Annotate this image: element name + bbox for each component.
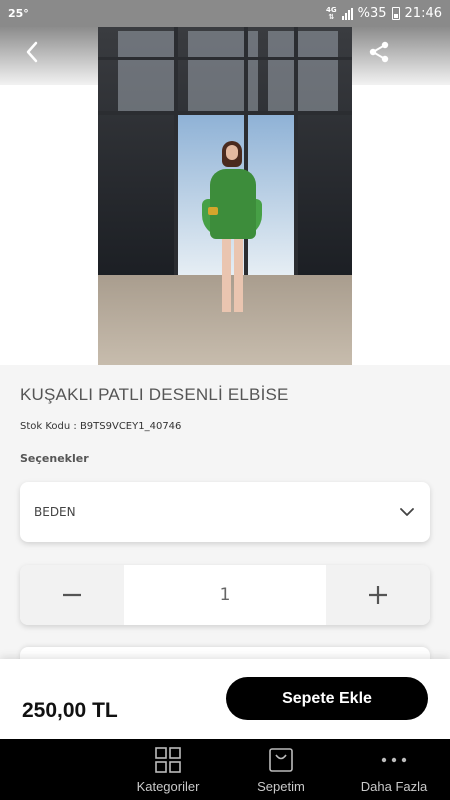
product-details: KUŞAKLI PATLI DESENLİ ELBİSE Stok Kodu :… <box>0 365 450 667</box>
nav-item-categories[interactable]: Kategoriler <box>133 739 203 800</box>
quantity-stepper: 1 <box>20 565 430 625</box>
nav-item-cart[interactable]: Sepetim <box>252 739 310 800</box>
options-label: Seçenekler <box>20 452 89 465</box>
share-button[interactable] <box>366 39 392 65</box>
temperature-text: 25° <box>8 7 29 20</box>
minus-icon <box>63 593 81 597</box>
nav-label-categories: Kategoriler <box>136 779 200 794</box>
increment-button[interactable] <box>326 565 430 625</box>
product-price: 250,00 TL <box>22 699 118 722</box>
price-footer: 250,00 TL Sepete Ekle <box>0 659 450 739</box>
chevron-left-icon <box>26 41 38 63</box>
data-arrows-icon: ⇅ <box>328 12 335 21</box>
product-title: KUŞAKLI PATLI DESENLİ ELBİSE <box>20 385 289 404</box>
decrement-button[interactable] <box>20 565 124 625</box>
battery-percent-text: %35 <box>357 6 387 21</box>
status-bar: 25° 4G ⇅ %35 21:46 <box>0 0 450 27</box>
clock-text: 21:46 <box>404 6 442 21</box>
more-dots-icon <box>381 757 407 763</box>
size-select-value: BEDEN <box>34 505 76 519</box>
network-indicator: 4G ⇅ <box>326 6 337 21</box>
share-icon <box>369 41 389 63</box>
product-photo[interactable] <box>98 27 352 365</box>
back-button[interactable] <box>20 39 46 65</box>
chevron-down-icon <box>400 508 414 516</box>
nav-label-more: Daha Fazla <box>360 779 428 794</box>
plus-icon <box>369 586 387 604</box>
product-image-area <box>0 27 450 365</box>
stock-code: Stok Kodu : B9TS9VCEY1_40746 <box>20 421 182 432</box>
shopping-bag-icon <box>269 748 293 772</box>
add-to-cart-button[interactable]: Sepete Ekle <box>226 677 428 720</box>
quantity-value[interactable]: 1 <box>124 565 326 625</box>
nav-label-cart: Sepetim <box>257 779 305 794</box>
status-icons: 4G ⇅ %35 21:46 <box>326 6 442 21</box>
nav-item-more[interactable]: Daha Fazla <box>358 739 430 800</box>
grid-icon <box>155 747 181 773</box>
signal-icon <box>341 7 353 20</box>
size-select[interactable]: BEDEN <box>20 482 430 542</box>
bottom-navigation: Kategoriler Sepetim Daha Fazla <box>0 739 450 800</box>
battery-icon <box>391 7 400 20</box>
